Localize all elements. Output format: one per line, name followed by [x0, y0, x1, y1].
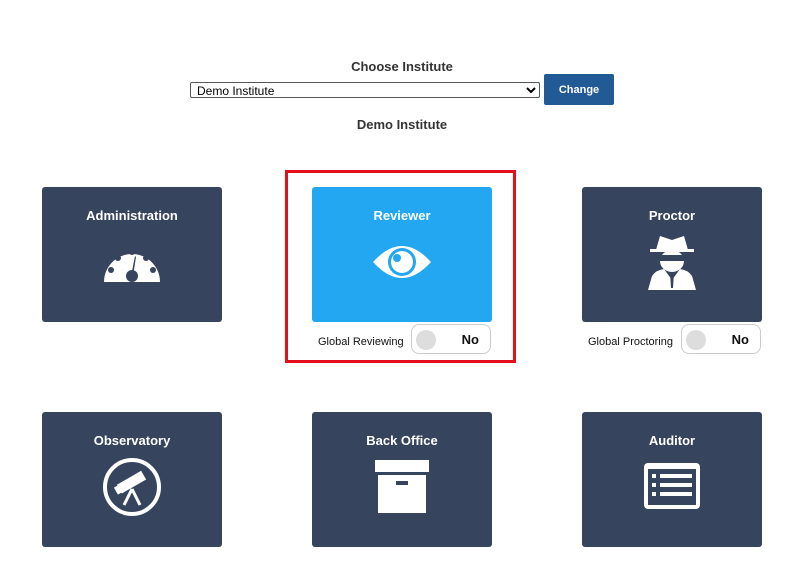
tile-proctor-label: Proctor [648, 208, 696, 223]
tile-observatory-label: Observatory [93, 433, 171, 448]
global-reviewing-toggle[interactable]: No [411, 324, 491, 354]
tile-proctor[interactable]: Proctor [582, 187, 762, 322]
tile-administration-label: Administration [86, 208, 178, 223]
choose-institute-title: Choose Institute [351, 59, 453, 74]
tile-observatory[interactable]: Observatory [42, 412, 222, 547]
telescope-icon [103, 458, 161, 516]
tile-administration[interactable]: Administration [42, 187, 222, 322]
user-secret-icon [648, 236, 696, 290]
change-button[interactable]: Change [544, 74, 614, 105]
list-alt-icon [644, 463, 700, 509]
dashboard-gauge-icon [104, 249, 160, 282]
institute-select[interactable]: Demo Institute [190, 82, 540, 98]
global-proctoring-toggle[interactable]: No [681, 324, 761, 354]
toggle-knob [416, 330, 436, 350]
global-reviewing-label: Global Reviewing [318, 336, 404, 348]
tile-auditor-label: Auditor [648, 433, 696, 448]
global-reviewing-state: No [461, 332, 479, 347]
toggle-knob [686, 330, 706, 350]
tile-back-office[interactable]: Back Office [312, 412, 492, 547]
tile-back-office-label: Back Office [366, 433, 438, 448]
archive-box-icon [375, 460, 429, 513]
current-institute-label: Demo Institute [356, 117, 448, 132]
global-proctoring-label: Global Proctoring [588, 336, 673, 348]
global-proctoring-state: No [731, 332, 749, 347]
tile-auditor[interactable]: Auditor [582, 412, 762, 547]
